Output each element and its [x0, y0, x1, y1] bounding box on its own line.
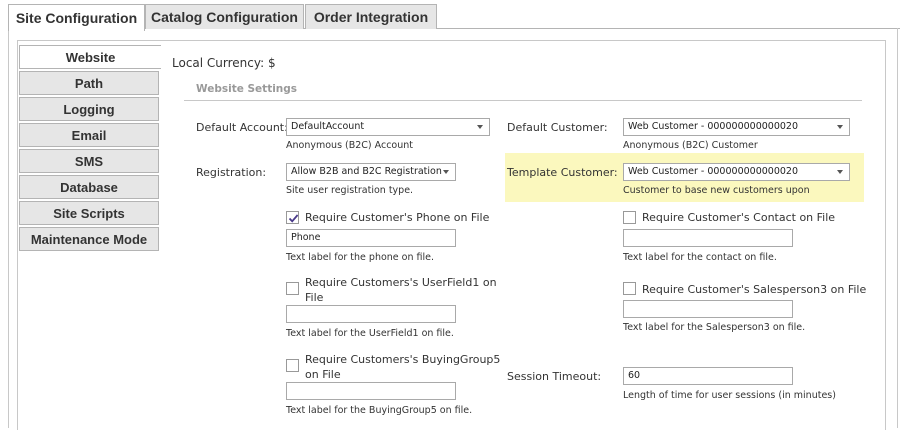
chevron-down-icon: [837, 125, 843, 129]
default-customer-label: Default Customer:: [507, 121, 608, 134]
side-tab-site-scripts[interactable]: Site Scripts: [19, 201, 159, 225]
default-account-help: Anonymous (B2C) Account: [286, 140, 414, 151]
default-customer-select[interactable]: Web Customer - 000000000000020: [623, 118, 850, 136]
registration-select[interactable]: Allow B2B and B2C Registration: [286, 163, 456, 181]
contact-label-input[interactable]: [623, 229, 793, 247]
default-account-value: DefaultAccount: [291, 121, 365, 132]
side-tab-email[interactable]: Email: [19, 123, 159, 147]
template-customer-label: Template Customer:: [507, 166, 618, 179]
tab-site-configuration[interactable]: Site Configuration: [8, 4, 145, 31]
side-tab-website[interactable]: Website: [19, 45, 161, 69]
local-currency: Local Currency: $: [172, 56, 276, 70]
phone-label-help: Text label for the phone on file.: [286, 252, 435, 263]
require-phone-label: Require Customer's Phone on File: [305, 211, 490, 224]
phone-label-input[interactable]: Phone: [286, 229, 456, 247]
require-salesperson3-checkbox[interactable]: [623, 282, 636, 295]
salesperson3-label-input[interactable]: [623, 300, 793, 318]
default-customer-help: Anonymous (B2C) Customer: [623, 140, 758, 151]
require-salesperson3-label: Require Customer's Salesperson3 on File: [642, 283, 867, 296]
session-timeout-help: Length of time for user sessions (in min…: [623, 390, 836, 401]
session-timeout-label: Session Timeout:: [507, 370, 602, 383]
buyinggroup5-label-help: Text label for the BuyingGroup5 on file.: [286, 405, 473, 416]
side-tab-maintenance-mode[interactable]: Maintenance Mode: [19, 227, 159, 251]
section-divider: [184, 100, 862, 101]
session-timeout-input[interactable]: 60: [623, 367, 793, 385]
userfield1-label-input[interactable]: [286, 305, 456, 323]
require-buyinggroup5-label-line2: on File: [305, 368, 341, 381]
chevron-down-icon: [443, 170, 449, 174]
default-account-label: Default Account:: [196, 121, 288, 134]
userfield1-label-help: Text label for the UserField1 on file.: [286, 328, 454, 339]
require-buyinggroup5-checkbox[interactable]: [286, 359, 299, 372]
require-userfield1-label: Require Customers's UserField1 on: [305, 276, 497, 289]
tab-catalog-configuration[interactable]: Catalog Configuration: [145, 4, 304, 29]
registration-label: Registration:: [196, 166, 267, 179]
default-customer-value: Web Customer - 000000000000020: [628, 121, 799, 132]
contact-label-help: Text label for the contact on file.: [623, 252, 777, 263]
checkmark-icon: [288, 214, 299, 223]
require-phone-checkbox[interactable]: [286, 211, 299, 224]
template-customer-select[interactable]: Web Customer - 000000000000020: [623, 163, 850, 181]
require-buyinggroup5-label: Require Customers's BuyingGroup5: [305, 353, 501, 366]
side-tab-logging[interactable]: Logging: [19, 97, 159, 121]
chevron-down-icon: [837, 170, 843, 174]
section-title: Website Settings: [196, 83, 298, 95]
side-tab-sms[interactable]: SMS: [19, 149, 159, 173]
buyinggroup5-label-input[interactable]: [286, 382, 456, 400]
registration-value: Allow B2B and B2C Registration: [291, 166, 442, 177]
side-tab-database[interactable]: Database: [19, 175, 159, 199]
require-contact-label: Require Customer's Contact on File: [642, 211, 836, 224]
chevron-down-icon: [477, 125, 483, 129]
require-userfield1-label-line2: File: [305, 291, 324, 304]
require-userfield1-checkbox[interactable]: [286, 282, 299, 295]
template-customer-value: Web Customer - 000000000000020: [628, 166, 799, 177]
template-customer-help: Customer to base new customers upon: [623, 185, 810, 196]
require-contact-checkbox[interactable]: [623, 211, 636, 224]
registration-help: Site user registration type.: [286, 185, 414, 196]
side-tab-path[interactable]: Path: [19, 71, 159, 95]
salesperson3-label-help: Text label for the Salesperson3 on file.: [623, 322, 806, 333]
default-account-select[interactable]: DefaultAccount: [286, 118, 490, 136]
tab-order-integration[interactable]: Order Integration: [305, 4, 437, 29]
